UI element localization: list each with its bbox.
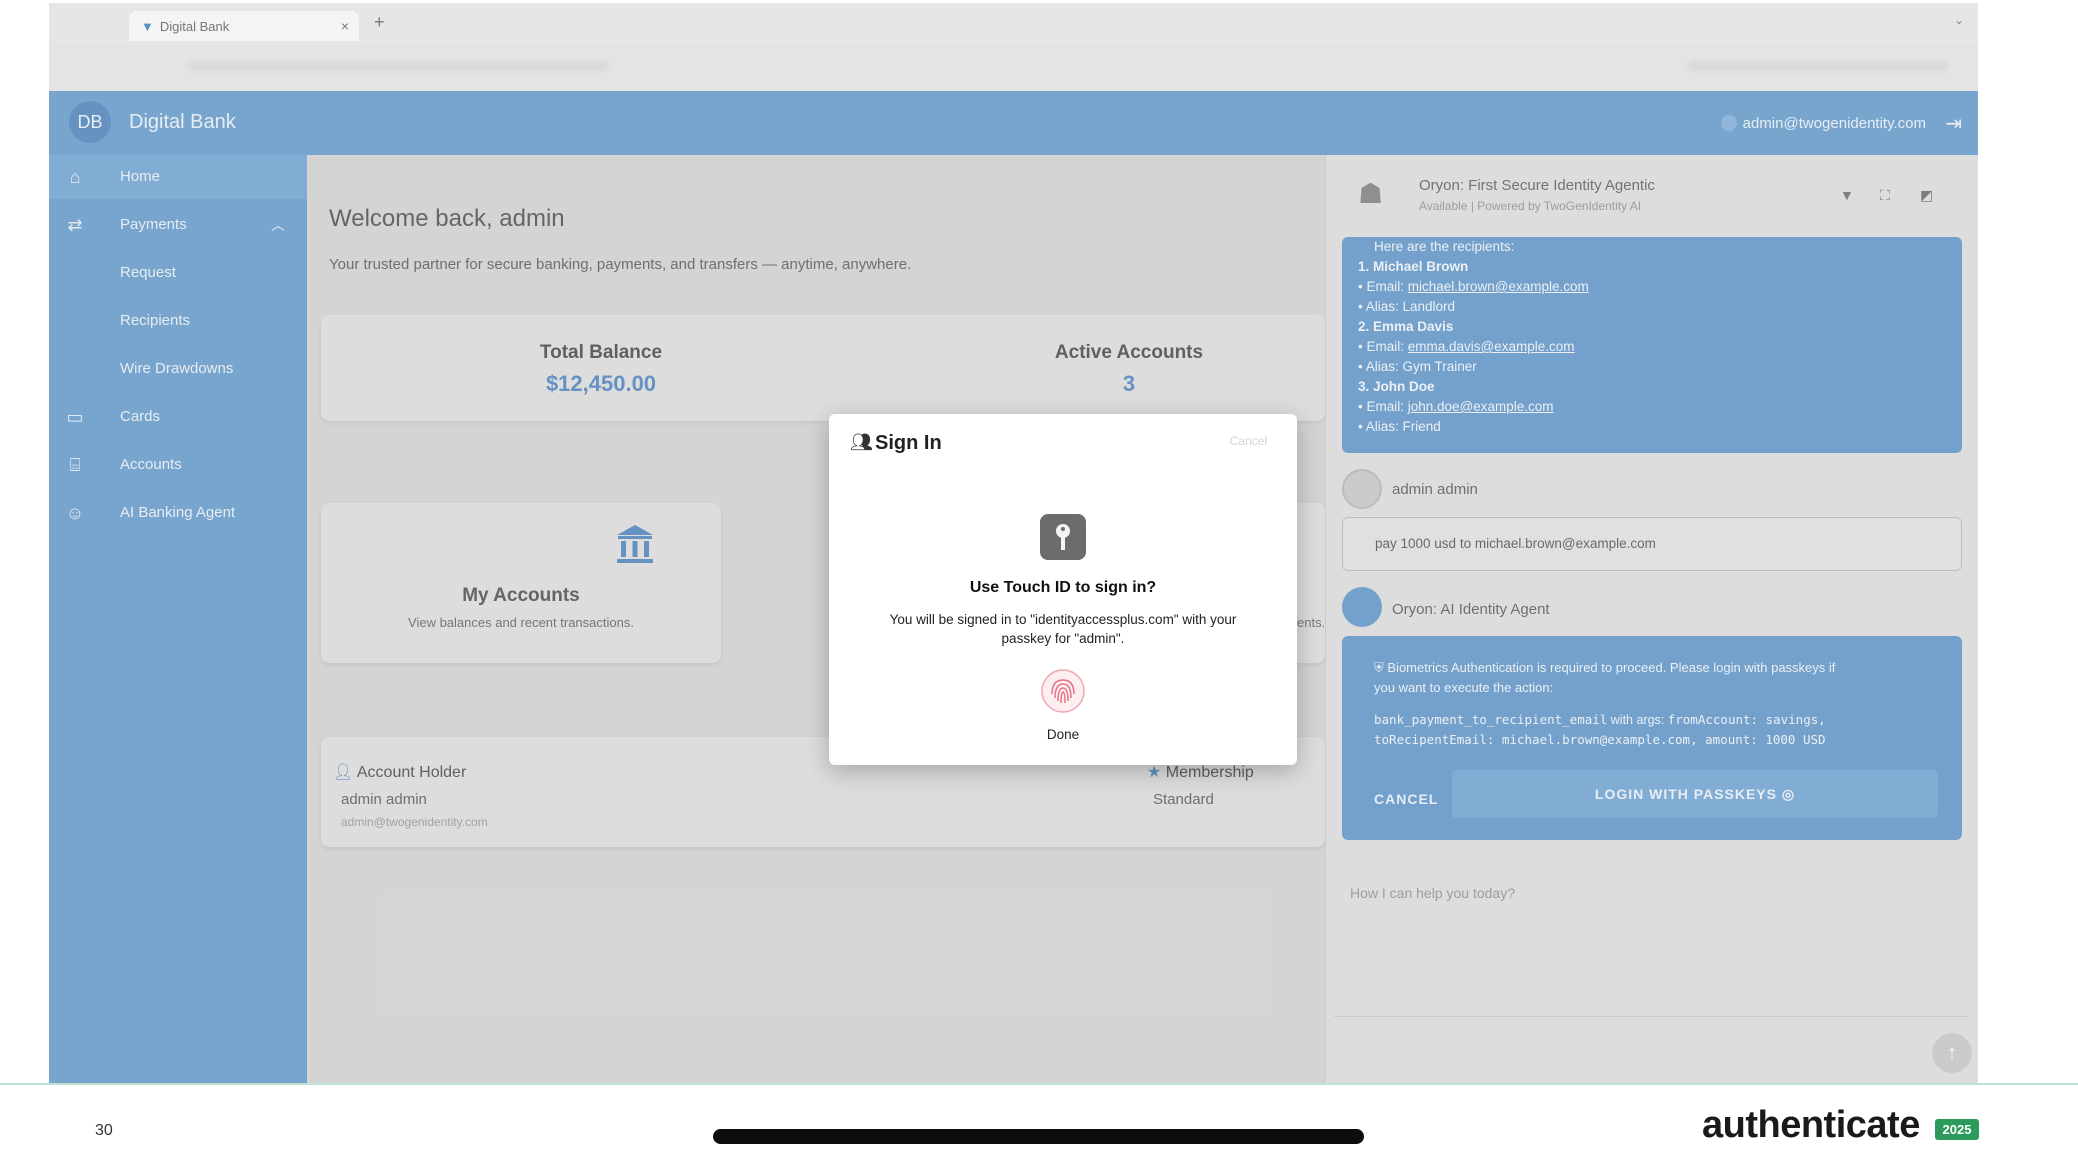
dialog-title: Sign In <box>875 432 942 454</box>
home-indicator <box>713 1129 1364 1144</box>
url-field[interactable] <box>189 61 609 71</box>
fingerprint-icon[interactable] <box>1040 668 1086 714</box>
tab-strip: ▼ Digital Bank × + ⌄ <box>49 3 1978 43</box>
toolbar-extensions <box>1688 61 1948 71</box>
dialog-cancel-button[interactable]: Cancel <box>1230 434 1267 448</box>
slide-number: 30 <box>95 1122 113 1139</box>
browser-window: ▼ Digital Bank × + ⌄ DB Digital Bank admi… <box>49 3 1978 1083</box>
new-tab-button[interactable]: + <box>374 12 385 33</box>
tab-favicon-icon: ▼ <box>141 19 154 34</box>
browser-tab[interactable]: ▼ Digital Bank × <box>129 11 359 41</box>
tab-close-icon[interactable]: × <box>341 18 349 34</box>
person-key-icon: 👥︎ <box>850 432 873 452</box>
key-icon <box>1040 514 1086 560</box>
brand-logo: authenticate <box>1702 1104 1920 1146</box>
footer-divider <box>0 1083 2078 1085</box>
brand-year-badge: 2025 <box>1935 1119 1979 1140</box>
sign-in-dialog: 👥︎ Sign In Cancel Use Touch ID to sign i… <box>829 414 1297 765</box>
touch-id-title: Use Touch ID to sign in? <box>969 579 1157 596</box>
tab-title: Digital Bank <box>159 19 230 34</box>
address-bar[interactable] <box>49 43 1978 91</box>
tab-menu-icon[interactable]: ⌄ <box>1954 13 1964 27</box>
done-label[interactable]: Done <box>829 727 1297 742</box>
touch-id-body: You will be signed in to "identityaccess… <box>889 612 1237 646</box>
